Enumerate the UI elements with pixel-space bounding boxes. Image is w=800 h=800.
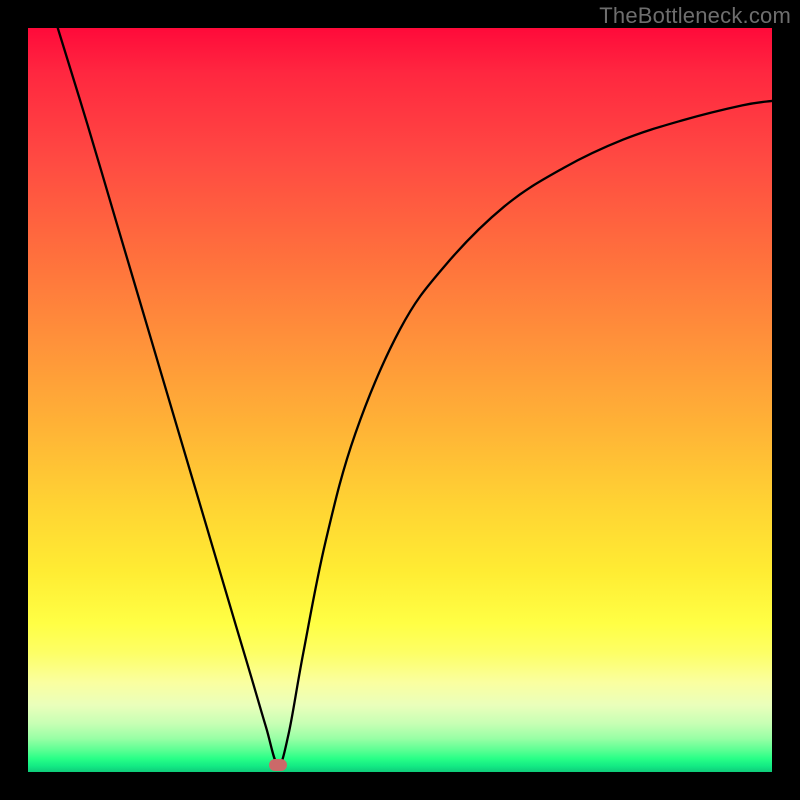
minimum-point-marker xyxy=(269,759,287,771)
bottleneck-curve xyxy=(28,28,772,772)
plot-area xyxy=(28,28,772,772)
source-watermark: TheBottleneck.com xyxy=(599,3,791,29)
chart-frame: TheBottleneck.com xyxy=(0,0,800,800)
